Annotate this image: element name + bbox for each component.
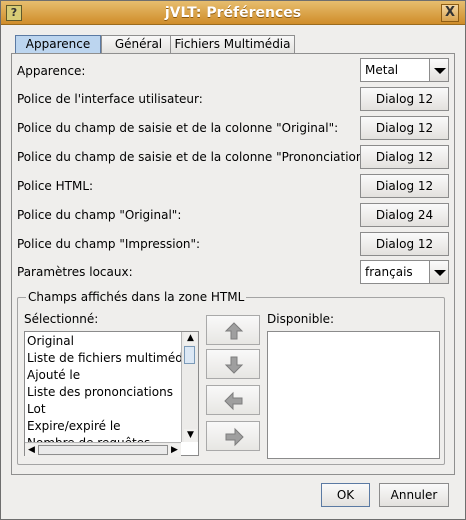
available-list[interactable] (267, 331, 440, 459)
original-input-font-label: Police du champ de saisie et de la colon… (17, 121, 339, 135)
arrow-up-icon (224, 322, 244, 340)
ui-font-button[interactable]: Dialog 12 (360, 87, 449, 111)
selected-list-horizontal-scrollbar[interactable]: ◀ ▶ (25, 442, 181, 457)
cancel-button[interactable]: Annuler (379, 483, 449, 507)
available-label: Disponible: (267, 312, 335, 326)
tab-general[interactable]: Général (101, 35, 176, 53)
tab-multimedia-files[interactable]: Fichiers Multimédia (170, 35, 295, 53)
original-field-font-label: Police du champ "Original": (17, 208, 182, 222)
tab-apparence[interactable]: Apparence (15, 35, 101, 53)
scroll-right-icon[interactable]: ▶ (168, 444, 181, 457)
arrow-left-icon (224, 391, 243, 411)
chevron-down-icon[interactable] (429, 261, 448, 283)
list-item[interactable]: Liste de fichiers multimédia (27, 350, 194, 366)
arrow-down-icon (224, 356, 244, 374)
list-item[interactable]: Original (27, 333, 74, 349)
locale-label: Paramètres locaux: (17, 265, 133, 279)
list-item[interactable]: Lot (27, 401, 46, 417)
html-fields-group-title: Champs affichés dans la zone HTML (26, 290, 247, 304)
appearance-label: Apparence: (17, 64, 86, 78)
selected-list[interactable]: Original Liste de fichiers multimédia Aj… (24, 331, 199, 456)
window-title: jVLT: Préférences (164, 5, 302, 21)
ui-font-label: Police de l'interface utilisateur: (17, 92, 203, 106)
selected-label: Sélectionné: (24, 312, 99, 326)
list-item[interactable]: Liste des prononciations (27, 384, 173, 400)
move-down-button[interactable] (206, 349, 260, 379)
tab-multimedia-files-label: Fichiers Multimédia (174, 37, 291, 51)
move-up-button[interactable] (206, 315, 260, 345)
scroll-left-icon[interactable]: ◀ (25, 444, 38, 457)
chevron-down-icon[interactable] (429, 59, 448, 81)
locale-select[interactable]: français (360, 260, 449, 284)
appearance-select[interactable]: Metal (360, 58, 449, 82)
locale-value: français (365, 265, 413, 279)
scroll-down-icon[interactable]: ▼ (184, 429, 197, 442)
close-button[interactable]: X (441, 4, 459, 22)
pronunciation-font-label: Police du champ de saisie et de la colon… (17, 150, 374, 164)
html-font-label: Police HTML: (17, 179, 94, 193)
appearance-value: Metal (365, 63, 399, 77)
preferences-window: ? jVLT: Préférences X Apparence Général … (0, 0, 466, 520)
print-field-font-label: Police du champ "Impression": (17, 237, 201, 251)
tab-apparence-label: Apparence (25, 37, 91, 51)
original-field-font-button[interactable]: Dialog 24 (360, 203, 449, 227)
ok-button[interactable]: OK (321, 483, 370, 507)
pronunciation-font-button[interactable]: Dialog 12 (360, 145, 449, 169)
selected-list-vertical-scrollbar[interactable]: ▲ ▼ (181, 332, 198, 442)
tab-general-label: Général (114, 37, 163, 51)
list-item[interactable]: Expire/expiré le (27, 418, 121, 434)
html-font-button[interactable]: Dialog 12 (360, 174, 449, 198)
scrollbar-thumb[interactable] (184, 346, 195, 364)
scrollbar-thumb[interactable] (38, 445, 168, 455)
move-left-button[interactable] (206, 385, 260, 415)
move-right-button[interactable] (206, 421, 260, 451)
scroll-up-icon[interactable]: ▲ (184, 332, 197, 345)
original-input-font-button[interactable]: Dialog 12 (360, 116, 449, 140)
list-item[interactable]: Ajouté le (27, 367, 80, 383)
title-bar[interactable]: ? jVLT: Préférences X (1, 1, 465, 25)
print-field-font-button[interactable]: Dialog 12 (360, 232, 449, 256)
arrow-right-icon (225, 427, 244, 447)
